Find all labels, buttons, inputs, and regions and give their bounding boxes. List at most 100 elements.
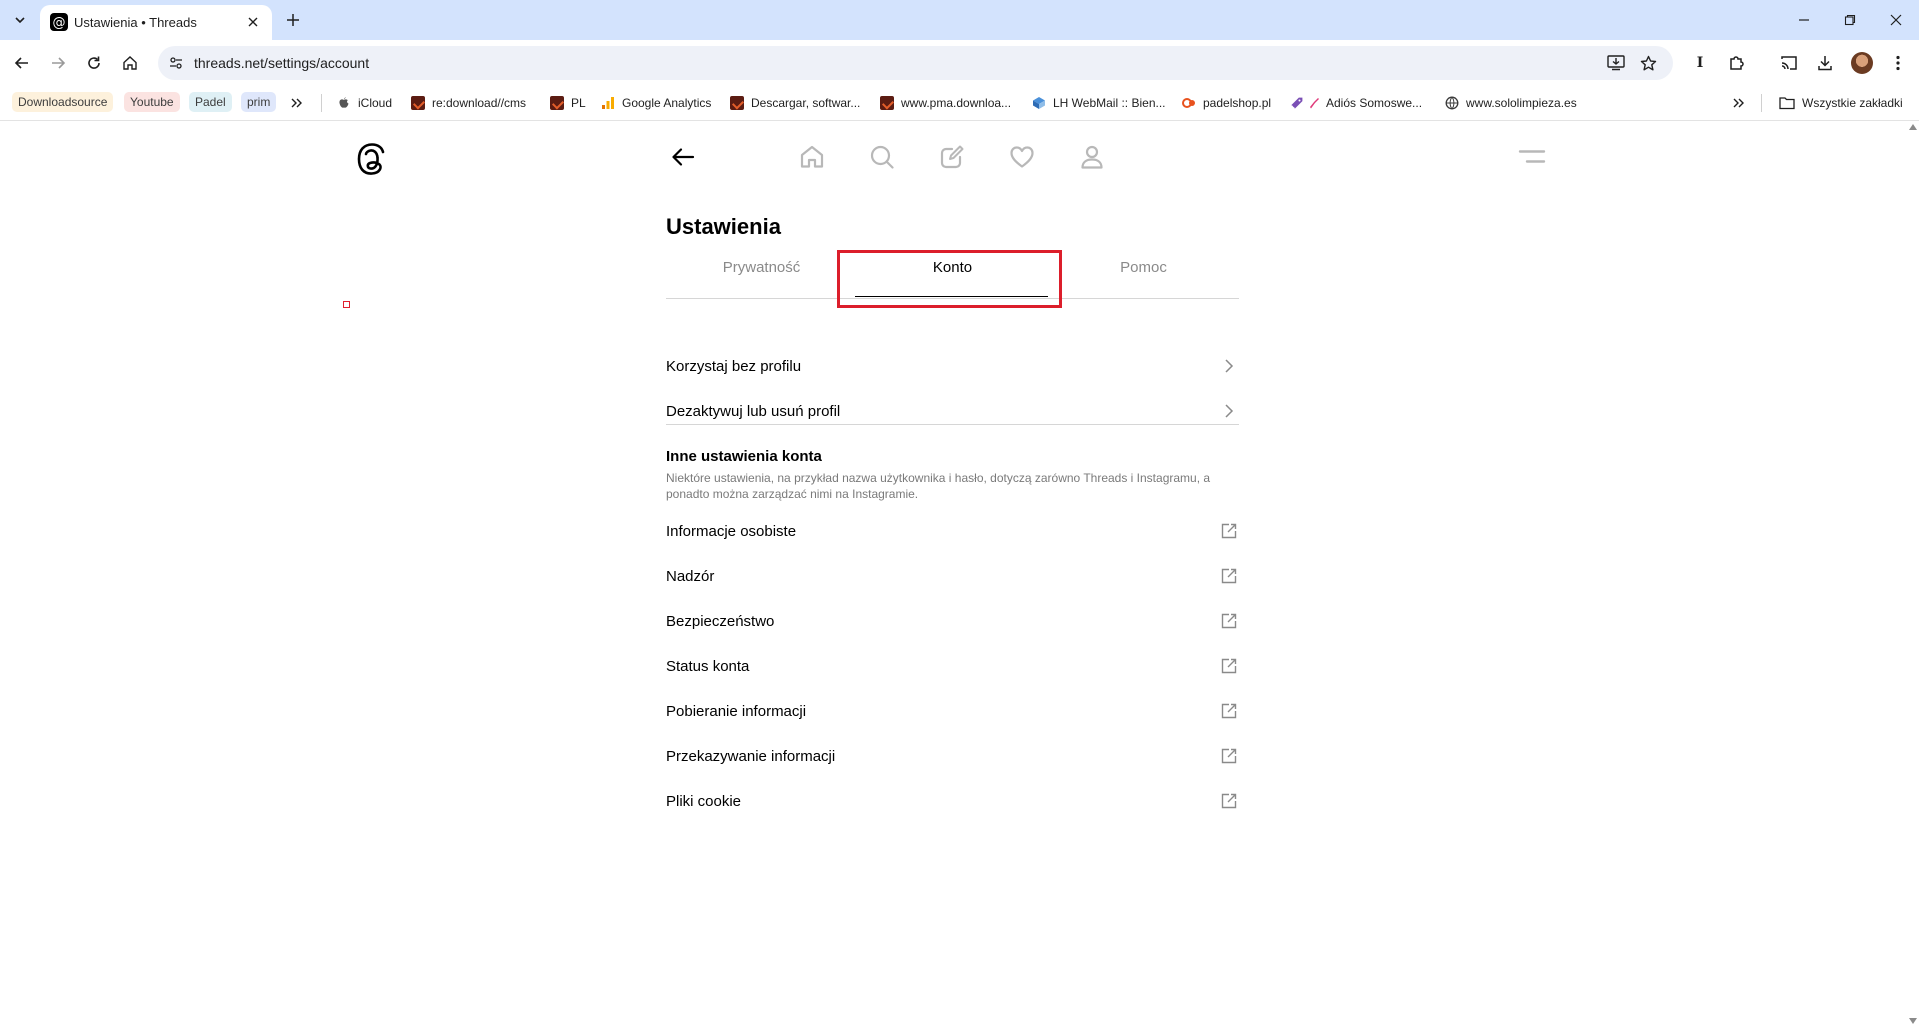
forward-button[interactable] (42, 47, 74, 79)
scrollbar-up-arrow[interactable] (1909, 124, 1917, 130)
bookmarks-more-chevron-icon[interactable] (1733, 92, 1745, 114)
row-label: Pliki cookie (666, 793, 742, 810)
bookmark-separator (1761, 94, 1762, 112)
search-icon (870, 145, 894, 169)
tab-help[interactable]: Pomoc (1048, 251, 1239, 298)
window-minimize-button[interactable] (1781, 0, 1827, 40)
globe-icon (1445, 96, 1459, 110)
threads-favicon-icon: @ (50, 13, 68, 31)
home-button[interactable] (114, 47, 146, 79)
bookmark-icloud[interactable]: iCloud (337, 92, 392, 114)
cast-icon[interactable] (1775, 49, 1803, 77)
bookmark-label: Google Analytics (622, 96, 712, 110)
row-supervision[interactable]: Nadzór (666, 555, 1239, 599)
bookmark-redownload-cms[interactable]: re:download//cms (411, 92, 526, 114)
bookmark-adios[interactable]: Adiós Somoswe... (1290, 92, 1422, 114)
more-menu-icon[interactable] (1884, 49, 1912, 77)
bookmark-padel[interactable]: Padel (189, 92, 232, 112)
external-link-icon (1219, 566, 1239, 586)
profile-avatar[interactable] (1851, 52, 1873, 74)
row-label: Informacje osobiste (666, 523, 797, 540)
bookmark-pma[interactable]: www.pma.downloa... (880, 92, 1011, 114)
extensions-puzzle-icon[interactable] (1723, 49, 1751, 77)
user-icon (1081, 145, 1103, 169)
bookmark-lh-webmail[interactable]: LH WebMail :: Bien... (1032, 92, 1166, 114)
install-app-icon[interactable] (1604, 51, 1628, 75)
bookmark-separator (321, 94, 322, 112)
home-icon (123, 56, 137, 70)
row-label: Status konta (666, 658, 750, 675)
browser-toolbar: threads.net/settings/account I (0, 40, 1919, 86)
bookmark-downloadsource[interactable]: Downloadsource (12, 92, 114, 112)
window-close-button[interactable] (1873, 0, 1919, 40)
row-use-without-profile[interactable]: Korzystaj bez profilu (666, 345, 1239, 389)
row-download-information[interactable]: Pobieranie informacji (666, 690, 1239, 734)
browser-tab-active[interactable]: @ Ustawienia • Threads (40, 5, 272, 40)
bookmark-label: iCloud (358, 96, 393, 110)
external-link-icon (1219, 746, 1239, 766)
site-info-icon[interactable] (164, 51, 188, 75)
row-label: Nadzór (666, 568, 715, 585)
browser-tabstrip: @ Ustawienia • Threads (0, 0, 1919, 40)
external-link-icon (1219, 656, 1239, 676)
other-settings-description: Niektóre ustawienia, na przykład nazwa u… (666, 471, 1211, 501)
minimize-icon (1799, 19, 1809, 21)
hamburger-menu-icon[interactable] (1517, 147, 1547, 167)
arrow-left-icon (672, 148, 695, 166)
tab-privacy[interactable]: Prywatność (666, 251, 857, 298)
threads-logo-icon[interactable] (355, 141, 387, 177)
bookmark-sololimpieza[interactable]: www.sololimpieza.es (1445, 92, 1577, 114)
all-bookmarks-folder[interactable]: Wszystkie zakładki (1779, 92, 1903, 114)
downloads-icon[interactable] (1811, 49, 1839, 77)
nav-home-button[interactable] (797, 142, 827, 172)
highlight-box (837, 250, 1062, 308)
row-label: Korzystaj bez profilu (666, 358, 802, 375)
tab-title: Ustawienia • Threads (74, 15, 197, 30)
extension-i-icon[interactable]: I (1686, 49, 1714, 77)
cursor-marker (343, 301, 350, 308)
bookmark-label: Descargar, softwar... (751, 96, 861, 110)
bookmark-google-analytics[interactable]: Google Analytics (601, 92, 711, 114)
svg-text:@: @ (53, 16, 66, 31)
row-personal-information[interactable]: Informacje osobiste (666, 510, 1239, 554)
row-security[interactable]: Bezpieczeństwo (666, 600, 1239, 644)
back-button[interactable] (6, 47, 38, 79)
bookmarks-bar: Downloadsource Youtube Padel prim iCloud… (0, 86, 1919, 121)
arrow-left-icon (14, 57, 28, 69)
bookmark-pl[interactable]: PL (550, 92, 586, 114)
bookmark-prim[interactable]: prim (241, 92, 277, 112)
row-transfer-information[interactable]: Przekazywanie informacji (666, 735, 1239, 779)
window-restore-button[interactable] (1827, 0, 1873, 40)
folder-icon (1779, 97, 1795, 110)
bookmark-descargar[interactable]: Descargar, softwar... (730, 92, 860, 114)
heart-icon (1010, 146, 1034, 168)
dl-favicon (550, 96, 564, 110)
address-bar[interactable]: threads.net/settings/account (158, 46, 1673, 80)
nav-search-button[interactable] (867, 142, 897, 172)
chevron-right-icon (1219, 356, 1239, 376)
dl-favicon (411, 96, 425, 110)
row-cookies[interactable]: Pliki cookie (666, 780, 1239, 824)
scrollbar-down-arrow[interactable] (1909, 1018, 1917, 1024)
apple-icon (339, 97, 349, 108)
dl-favicon (730, 96, 744, 110)
back-arrow-button[interactable] (668, 142, 698, 172)
bookmarks-overflow-chevron-icon[interactable] (291, 92, 303, 114)
new-tab-button[interactable] (281, 8, 305, 32)
arrow-right-icon (52, 57, 66, 69)
reload-button[interactable] (78, 47, 110, 79)
url-text: threads.net/settings/account (194, 55, 370, 71)
nav-profile-button[interactable] (1077, 142, 1107, 172)
bookmark-padelshop[interactable]: padelshop.pl (1182, 92, 1271, 114)
bookmark-star-icon[interactable] (1636, 51, 1660, 75)
row-account-status[interactable]: Status konta (666, 645, 1239, 689)
row-deactivate-delete-profile[interactable]: Dezaktywuj lub usuń profil (666, 390, 1239, 434)
bookmark-youtube[interactable]: Youtube (124, 92, 180, 112)
tab-search-button[interactable] (8, 8, 32, 32)
external-link-icon (1219, 521, 1239, 541)
bookmark-label: www.sololimpieza.es (1466, 96, 1577, 110)
nav-activity-button[interactable] (1007, 142, 1037, 172)
bookmark-label: PL (571, 96, 586, 110)
tab-close-icon[interactable] (244, 13, 262, 31)
nav-compose-button[interactable] (937, 142, 967, 172)
